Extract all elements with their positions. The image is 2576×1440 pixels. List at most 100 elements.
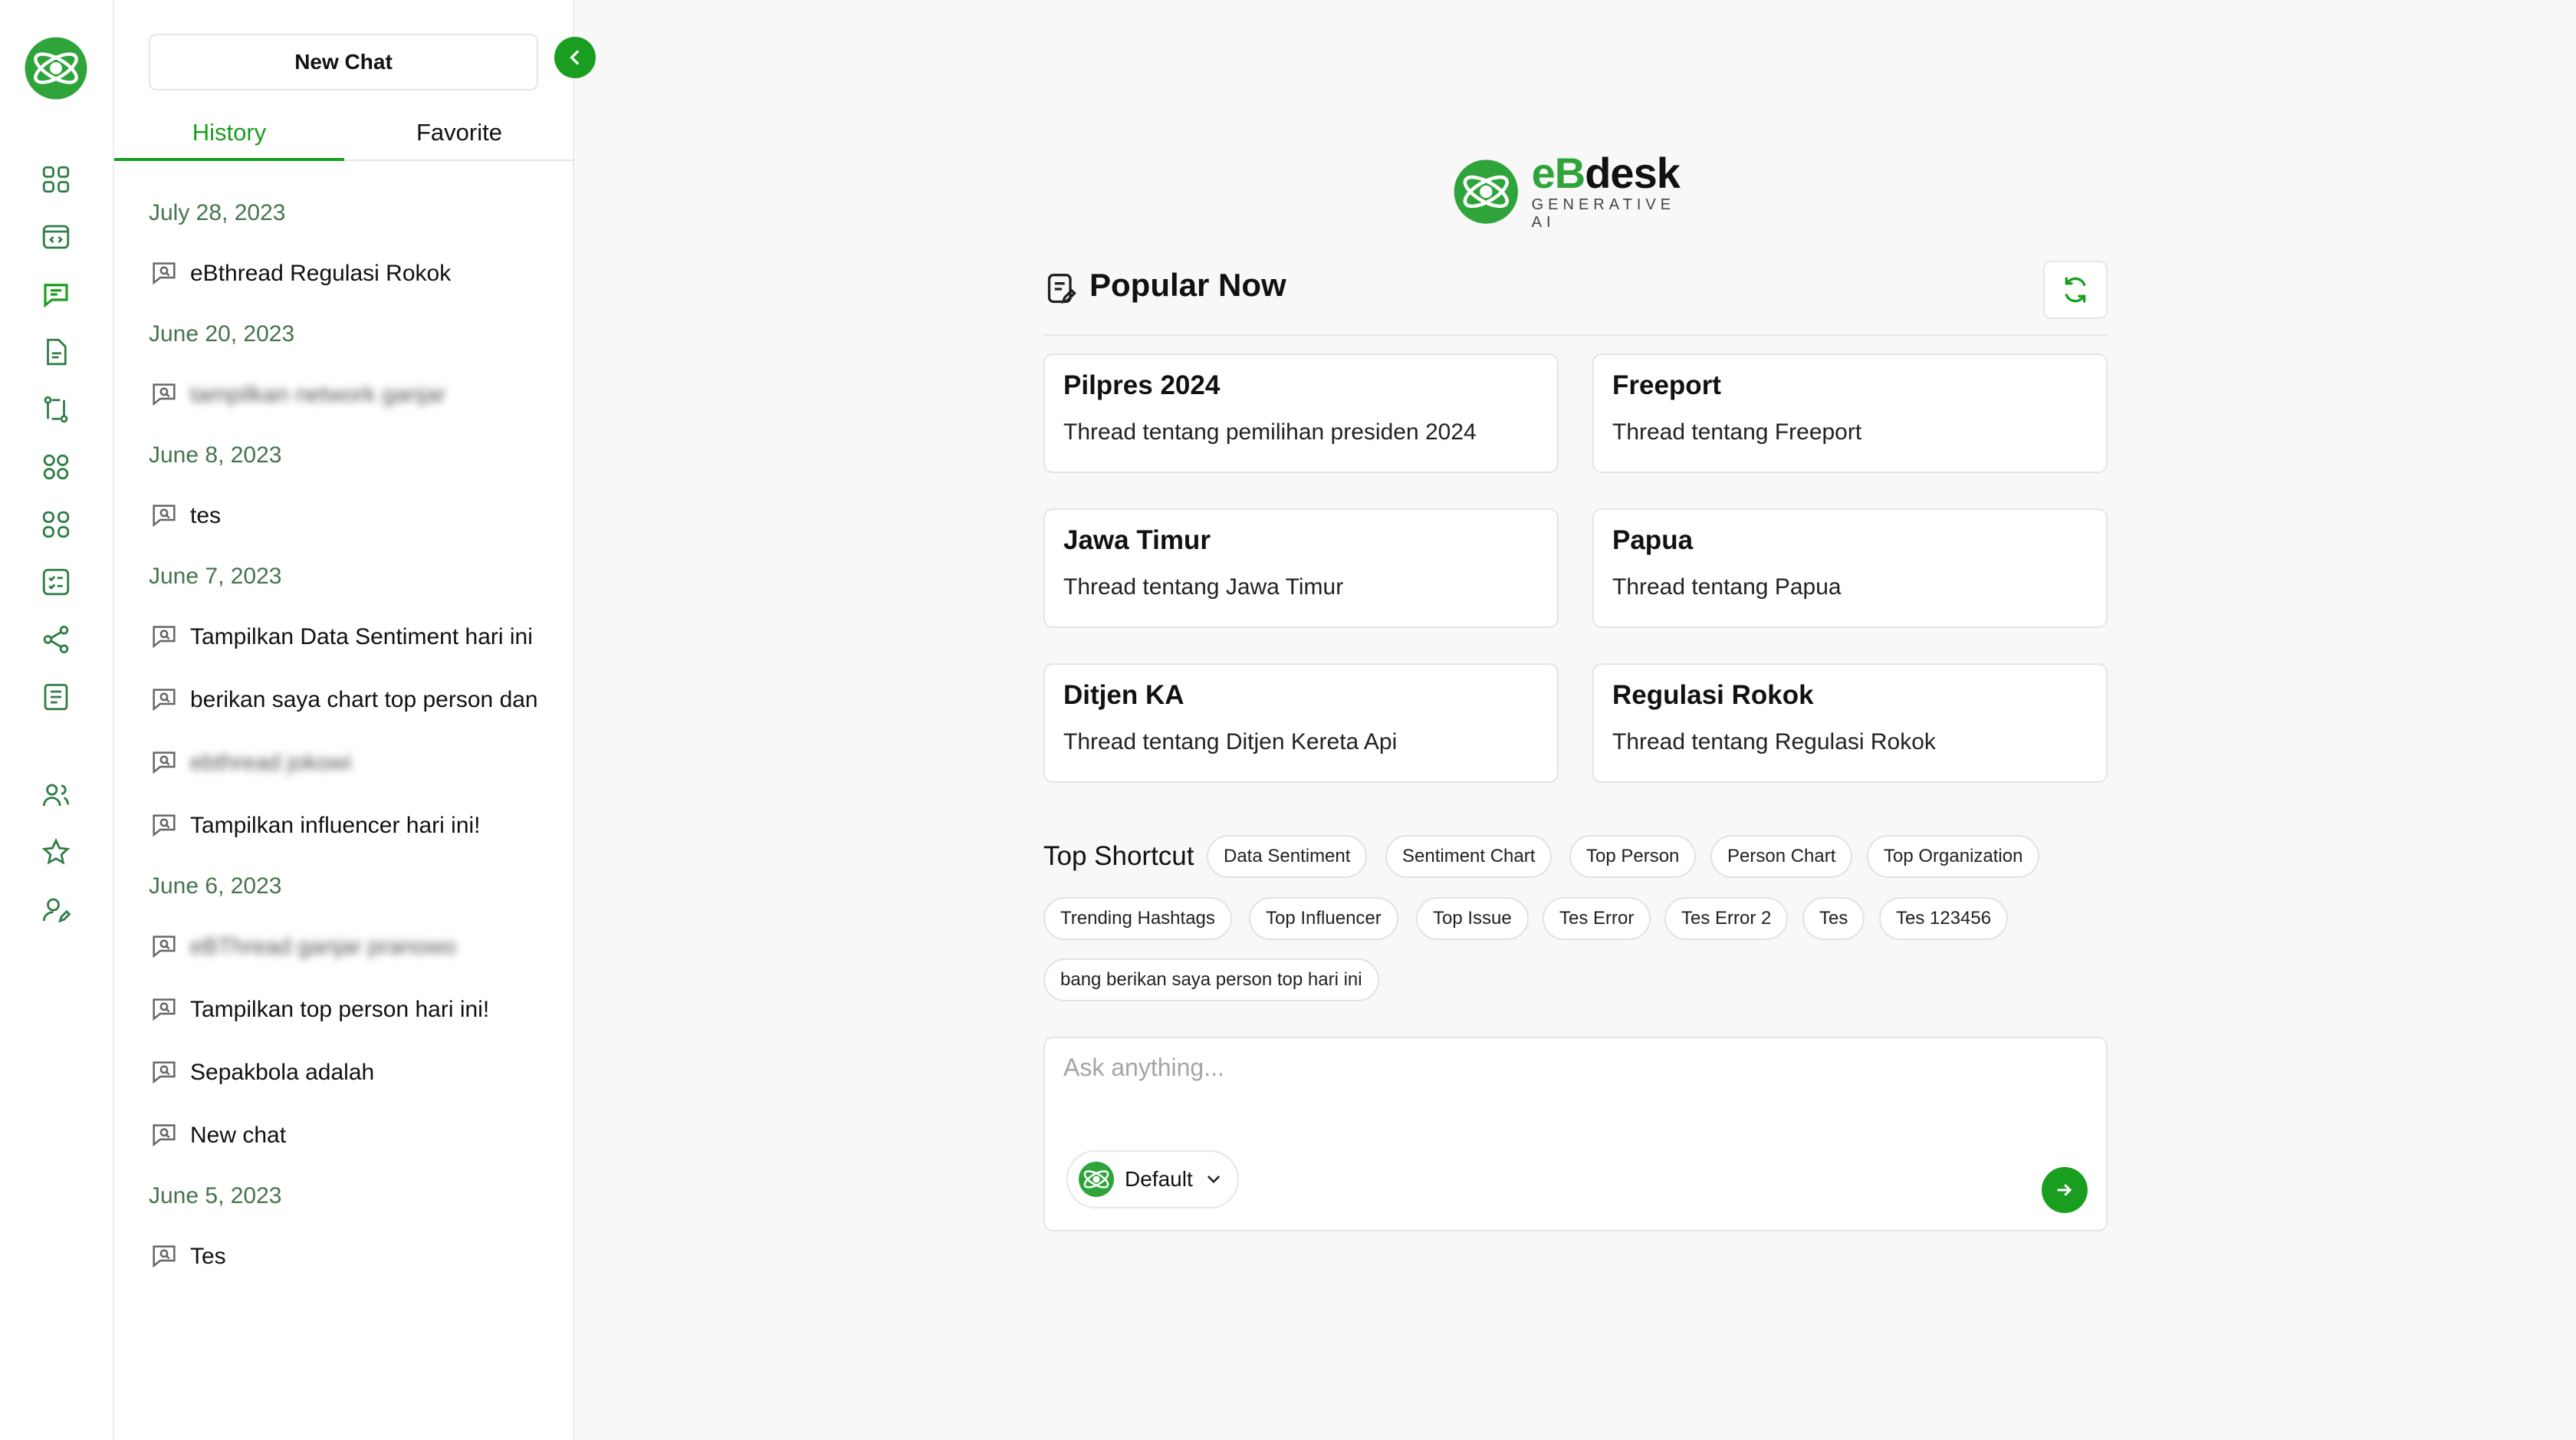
history-item[interactable]: Sepakbola adalah [149, 1041, 555, 1104]
star-icon[interactable] [38, 835, 74, 870]
card-desc: Thread tentang Freeport [1612, 419, 1862, 445]
history-item[interactable]: eBthread Regulasi Rokok [149, 242, 555, 305]
refresh-icon [2065, 277, 2086, 303]
popular-card[interactable]: Freeport Thread tentang Freeport [1592, 353, 2108, 473]
history-item-label: tes [190, 503, 222, 528]
history-panel: New Chat History Favorite July 28, 2023 … [114, 0, 574, 1440]
chat-search-icon [153, 626, 176, 649]
shortcut-chip[interactable]: Tes Error [1543, 897, 1651, 940]
history-item-label: Tes [190, 1244, 226, 1269]
history-item-label: berikan saya chart top person dan [190, 687, 538, 712]
chat-search-icon [153, 383, 176, 406]
history-item[interactable]: tampilkan network ganjar [149, 363, 555, 426]
popular-card[interactable]: Regulasi Rokok Thread tentang Regulasi R… [1592, 663, 2108, 783]
ebdesk-logo-icon [1079, 1162, 1114, 1197]
nav-rail [0, 0, 114, 1440]
shortcut-chip[interactable]: Trending Hashtags [1043, 897, 1232, 940]
chevron-left-icon [570, 50, 579, 65]
chevron-down-icon [1207, 1175, 1220, 1184]
arrow-right-icon [2057, 1184, 2072, 1196]
chat-search-icon [153, 998, 176, 1021]
card-title: Freeport [1612, 370, 1721, 400]
shortcut-title: Top Shortcut [1043, 841, 1194, 871]
model-label: Default [1125, 1167, 1193, 1191]
card-title: Regulasi Rokok [1612, 680, 1814, 710]
card-title: Papua [1612, 525, 1694, 555]
grid-icon[interactable] [38, 507, 74, 542]
apps-icon[interactable] [38, 449, 74, 485]
note-edit-icon [1047, 274, 1076, 304]
history-item[interactable]: New chat [149, 1104, 555, 1167]
ask-input[interactable] [1063, 1054, 2060, 1123]
popular-card[interactable]: Jawa Timur Thread tentang Jawa Timur [1043, 508, 1559, 628]
ebdesk-logo-icon [25, 37, 87, 100]
history-item-label: Tampilkan Data Sentiment hari ini [190, 624, 533, 649]
popular-card[interactable]: Papua Thread tentang Papua [1592, 508, 2108, 628]
shortcut-chip[interactable]: Tes [1802, 897, 1865, 940]
git-compare-icon[interactable] [38, 392, 74, 427]
notes-icon[interactable] [38, 679, 74, 715]
history-item-label: Tampilkan top person hari ini! [190, 997, 490, 1022]
history-item[interactable]: Tes [149, 1225, 555, 1288]
collapse-panel-button[interactable] [554, 37, 596, 78]
history-date: June 20, 2023 [149, 321, 295, 347]
shortcut-chip[interactable]: bang berikan saya person top hari ini [1043, 958, 1379, 1001]
chat-search-icon [153, 814, 176, 837]
chat-search-icon [153, 751, 176, 774]
model-selector[interactable]: Default [1066, 1150, 1239, 1208]
history-item[interactable]: ebthread jokowi [149, 732, 555, 794]
history-item-label: Sepakbola adalah [190, 1060, 375, 1085]
chat-search-icon [153, 935, 176, 958]
checklist-icon[interactable] [38, 564, 74, 600]
brand-logo: eBdesk GENERATIVE AI [1451, 149, 1704, 231]
brand-subtitle: GENERATIVE AI [1531, 196, 1676, 231]
history-item[interactable]: Tampilkan top person hari ini! [149, 978, 555, 1041]
shortcut-chip[interactable]: Top Person [1569, 835, 1697, 878]
history-item[interactable]: berikan saya chart top person dan [149, 669, 555, 732]
popular-header: Popular Now [1043, 259, 2108, 336]
shortcut-chip[interactable]: Tes Error 2 [1664, 897, 1789, 940]
shortcut-chip[interactable]: Sentiment Chart [1385, 835, 1552, 878]
code-window-icon[interactable] [38, 219, 74, 255]
refresh-button[interactable] [2043, 261, 2108, 319]
chat-search-icon [153, 505, 176, 528]
shortcut-chip[interactable]: Top Influencer [1249, 897, 1398, 940]
chat-search-icon [153, 1245, 176, 1268]
chat-search-icon [153, 1124, 176, 1147]
history-date: June 6, 2023 [149, 873, 282, 899]
send-button[interactable] [2042, 1167, 2088, 1213]
history-list: July 28, 2023 eBthread Regulasi Rokok Ju… [149, 184, 555, 1288]
dashboard-icon[interactable] [38, 162, 74, 197]
user-edit-icon[interactable] [38, 893, 74, 928]
card-desc: Thread tentang Regulasi Rokok [1612, 729, 1936, 755]
history-item-label: eBThread ganjar pranowo [190, 934, 456, 959]
popular-card[interactable]: Ditjen KA Thread tentang Ditjen Kereta A… [1043, 663, 1559, 783]
card-desc: Thread tentang Jawa Timur [1063, 574, 1344, 600]
shortcut-chip[interactable]: Person Chart [1710, 835, 1853, 878]
history-item[interactable]: Tampilkan Data Sentiment hari ini [149, 606, 555, 669]
history-item-label: Tampilkan influencer hari ini! [190, 813, 481, 838]
document-icon[interactable] [38, 334, 74, 370]
history-item[interactable]: eBThread ganjar pranowo [149, 916, 555, 978]
share-network-icon[interactable] [38, 622, 74, 657]
shortcut-chip[interactable]: Data Sentiment [1207, 835, 1368, 878]
popular-card[interactable]: Pilpres 2024 Thread tentang pemilihan pr… [1043, 353, 1559, 473]
history-date: June 5, 2023 [149, 1183, 282, 1208]
panel-tabs: History Favorite [114, 106, 574, 161]
tab-favorite[interactable]: Favorite [344, 106, 574, 159]
new-chat-button[interactable]: New Chat [149, 34, 538, 90]
history-item[interactable]: Tampilkan influencer hari ini! [149, 794, 555, 857]
shortcut-chip[interactable]: Top Issue [1416, 897, 1529, 940]
history-item[interactable]: tes [149, 485, 555, 547]
card-title: Ditjen KA [1063, 680, 1184, 710]
card-title: Pilpres 2024 [1063, 370, 1221, 400]
users-icon[interactable] [38, 778, 74, 813]
card-desc: Thread tentang Ditjen Kereta Api [1063, 729, 1398, 755]
history-date: June 7, 2023 [149, 564, 282, 589]
shortcut-chip[interactable]: Top Organization [1867, 835, 2040, 878]
brand-name: eBdesk [1531, 149, 1681, 197]
card-desc: Thread tentang Papua [1612, 574, 1842, 600]
shortcut-chip[interactable]: Tes 123456 [1879, 897, 2009, 940]
tab-history[interactable]: History [114, 106, 344, 161]
chat-icon[interactable] [38, 277, 74, 312]
